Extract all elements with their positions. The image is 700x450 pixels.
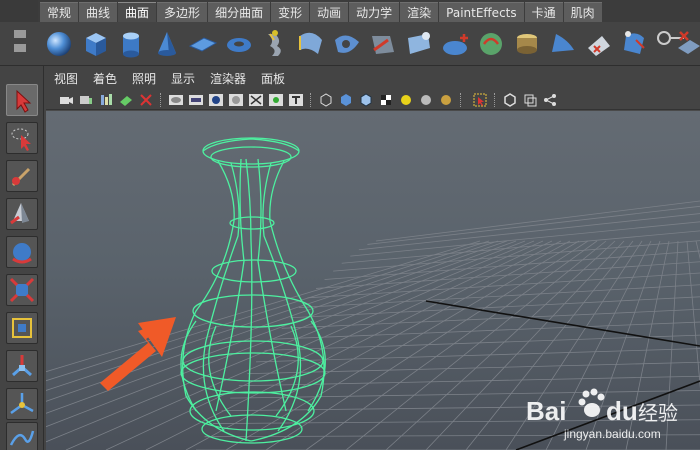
select-tool-icon[interactable] — [6, 84, 38, 116]
panel-menu-bar: 视图 着色 照明 显示 渲染器 面板 — [46, 66, 700, 90]
shelf-tabs-row: 常规 曲线 曲面 多边形 细分曲面 变形 动画 动力学 渲染 PaintEffects 卡通 肌肉 — [40, 2, 603, 22]
gate-mask-icon[interactable] — [228, 92, 244, 108]
perspective-viewport[interactable]: Bai du 经验 jingyan.baidu.com — [46, 111, 700, 450]
shelf-tab-9[interactable]: PaintEffects — [439, 2, 524, 22]
shelf-tab-0[interactable]: 常规 — [40, 2, 79, 22]
shelf-tab-11[interactable]: 肌肉 — [563, 2, 602, 22]
menu-show[interactable]: 显示 — [171, 70, 195, 87]
revolve-icon[interactable] — [258, 26, 292, 62]
universal-manipulator-icon[interactable] — [6, 312, 38, 344]
shelf-tab-7[interactable]: 动力学 — [349, 2, 400, 22]
move-tool-icon[interactable] — [6, 198, 38, 230]
shelf-tab-4[interactable]: 细分曲面 — [208, 2, 271, 22]
rotate-tool-icon[interactable] — [6, 236, 38, 268]
birail-icon[interactable] — [402, 26, 436, 62]
planar-icon[interactable] — [330, 26, 364, 62]
toolbox — [0, 66, 44, 450]
safe-title-icon[interactable] — [288, 92, 304, 108]
textured-icon[interactable] — [378, 92, 394, 108]
shelf-menu-handle[interactable] — [8, 28, 32, 60]
bevel-icon[interactable] — [510, 26, 544, 62]
panel-toolbar — [46, 90, 700, 110]
shelf-tab-bar: 常规 曲线 曲面 多边形 细分曲面 变形 动画 动力学 渲染 PaintEffects 卡通 肌肉 — [0, 0, 700, 22]
film-gate-icon[interactable] — [188, 92, 204, 108]
baidu-jingyan-watermark: Bai du 经验 jingyan.baidu.com — [520, 386, 690, 444]
watermark-brand-suffix: du — [606, 396, 638, 426]
viewport-panel: 视图 着色 照明 显示 渲染器 面板 Bai du 经验 jingyan.bai… — [46, 66, 700, 450]
watermark-product: 经验 — [638, 401, 678, 425]
shadows-icon[interactable] — [418, 92, 434, 108]
paint-select-icon[interactable] — [6, 160, 38, 192]
menu-lighting[interactable]: 照明 — [132, 70, 156, 87]
scale-tool-icon[interactable] — [6, 274, 38, 306]
image-plane-icon[interactable] — [118, 92, 134, 108]
nurbs-cone-icon[interactable] — [150, 26, 184, 62]
lasso-tool-icon[interactable] — [6, 122, 38, 154]
intersect-icon[interactable] — [546, 26, 580, 62]
ambient-occlusion-icon[interactable] — [438, 92, 454, 108]
menu-view[interactable]: 视图 — [54, 70, 78, 87]
project-curve-icon[interactable] — [582, 26, 616, 62]
soft-mod-icon[interactable] — [6, 350, 38, 382]
shelf-tab-8[interactable]: 渲染 — [400, 2, 439, 22]
curve-tool-icon[interactable] — [6, 422, 38, 450]
nurbs-cylinder-icon[interactable] — [114, 26, 148, 62]
show-manipulator-icon[interactable] — [6, 388, 38, 420]
loft-icon[interactable] — [294, 26, 328, 62]
isolate-select-icon[interactable] — [472, 92, 488, 108]
shelf — [0, 22, 700, 66]
shelf-tab-10[interactable]: 卡通 — [524, 2, 563, 22]
shelf-tab-3[interactable]: 多边形 — [157, 2, 208, 22]
nurbs-plane-icon[interactable] — [186, 26, 220, 62]
shelf-tab-6[interactable]: 动画 — [310, 2, 349, 22]
grid-toggle-icon[interactable] — [168, 92, 184, 108]
menu-shading[interactable]: 着色 — [93, 70, 117, 87]
use-all-lights-icon[interactable] — [398, 92, 414, 108]
camera-select-icon[interactable] — [58, 92, 74, 108]
resolution-gate-icon[interactable] — [208, 92, 224, 108]
attach-surfaces-icon[interactable] — [672, 26, 700, 62]
two-d-pan-zoom-icon[interactable] — [138, 92, 154, 108]
boundary-icon[interactable] — [438, 26, 472, 62]
xray-joints-icon[interactable] — [522, 92, 538, 108]
camera-attributes-icon[interactable] — [78, 92, 94, 108]
trim-tool-icon[interactable] — [618, 26, 652, 62]
nurbs-sphere-icon[interactable] — [42, 26, 76, 62]
smooth-shade-icon[interactable] — [338, 92, 354, 108]
shelf-tab-5[interactable]: 变形 — [271, 2, 310, 22]
wireframe-icon[interactable] — [318, 92, 334, 108]
menu-renderer[interactable]: 渲染器 — [210, 70, 246, 87]
shelf-tab-2[interactable]: 曲面 — [118, 2, 157, 22]
square-surface-icon[interactable] — [474, 26, 508, 62]
watermark-url: jingyan.baidu.com — [563, 427, 661, 441]
watermark-brand: Bai — [526, 396, 566, 426]
safe-action-icon[interactable] — [268, 92, 284, 108]
xray-icon[interactable] — [502, 92, 518, 108]
nurbs-cube-icon[interactable] — [78, 26, 112, 62]
menu-panels[interactable]: 面板 — [261, 70, 285, 87]
paw-logo-icon — [578, 388, 605, 417]
extrude-icon[interactable] — [366, 26, 400, 62]
field-chart-icon[interactable] — [248, 92, 264, 108]
shelf-tab-1[interactable]: 曲线 — [79, 2, 118, 22]
bookmarks-icon[interactable] — [98, 92, 114, 108]
nurbs-torus-icon[interactable] — [222, 26, 256, 62]
wireframe-on-shaded-icon[interactable] — [358, 92, 374, 108]
shelf-tab-handle[interactable] — [0, 0, 38, 22]
xray-components-icon[interactable] — [542, 92, 558, 108]
